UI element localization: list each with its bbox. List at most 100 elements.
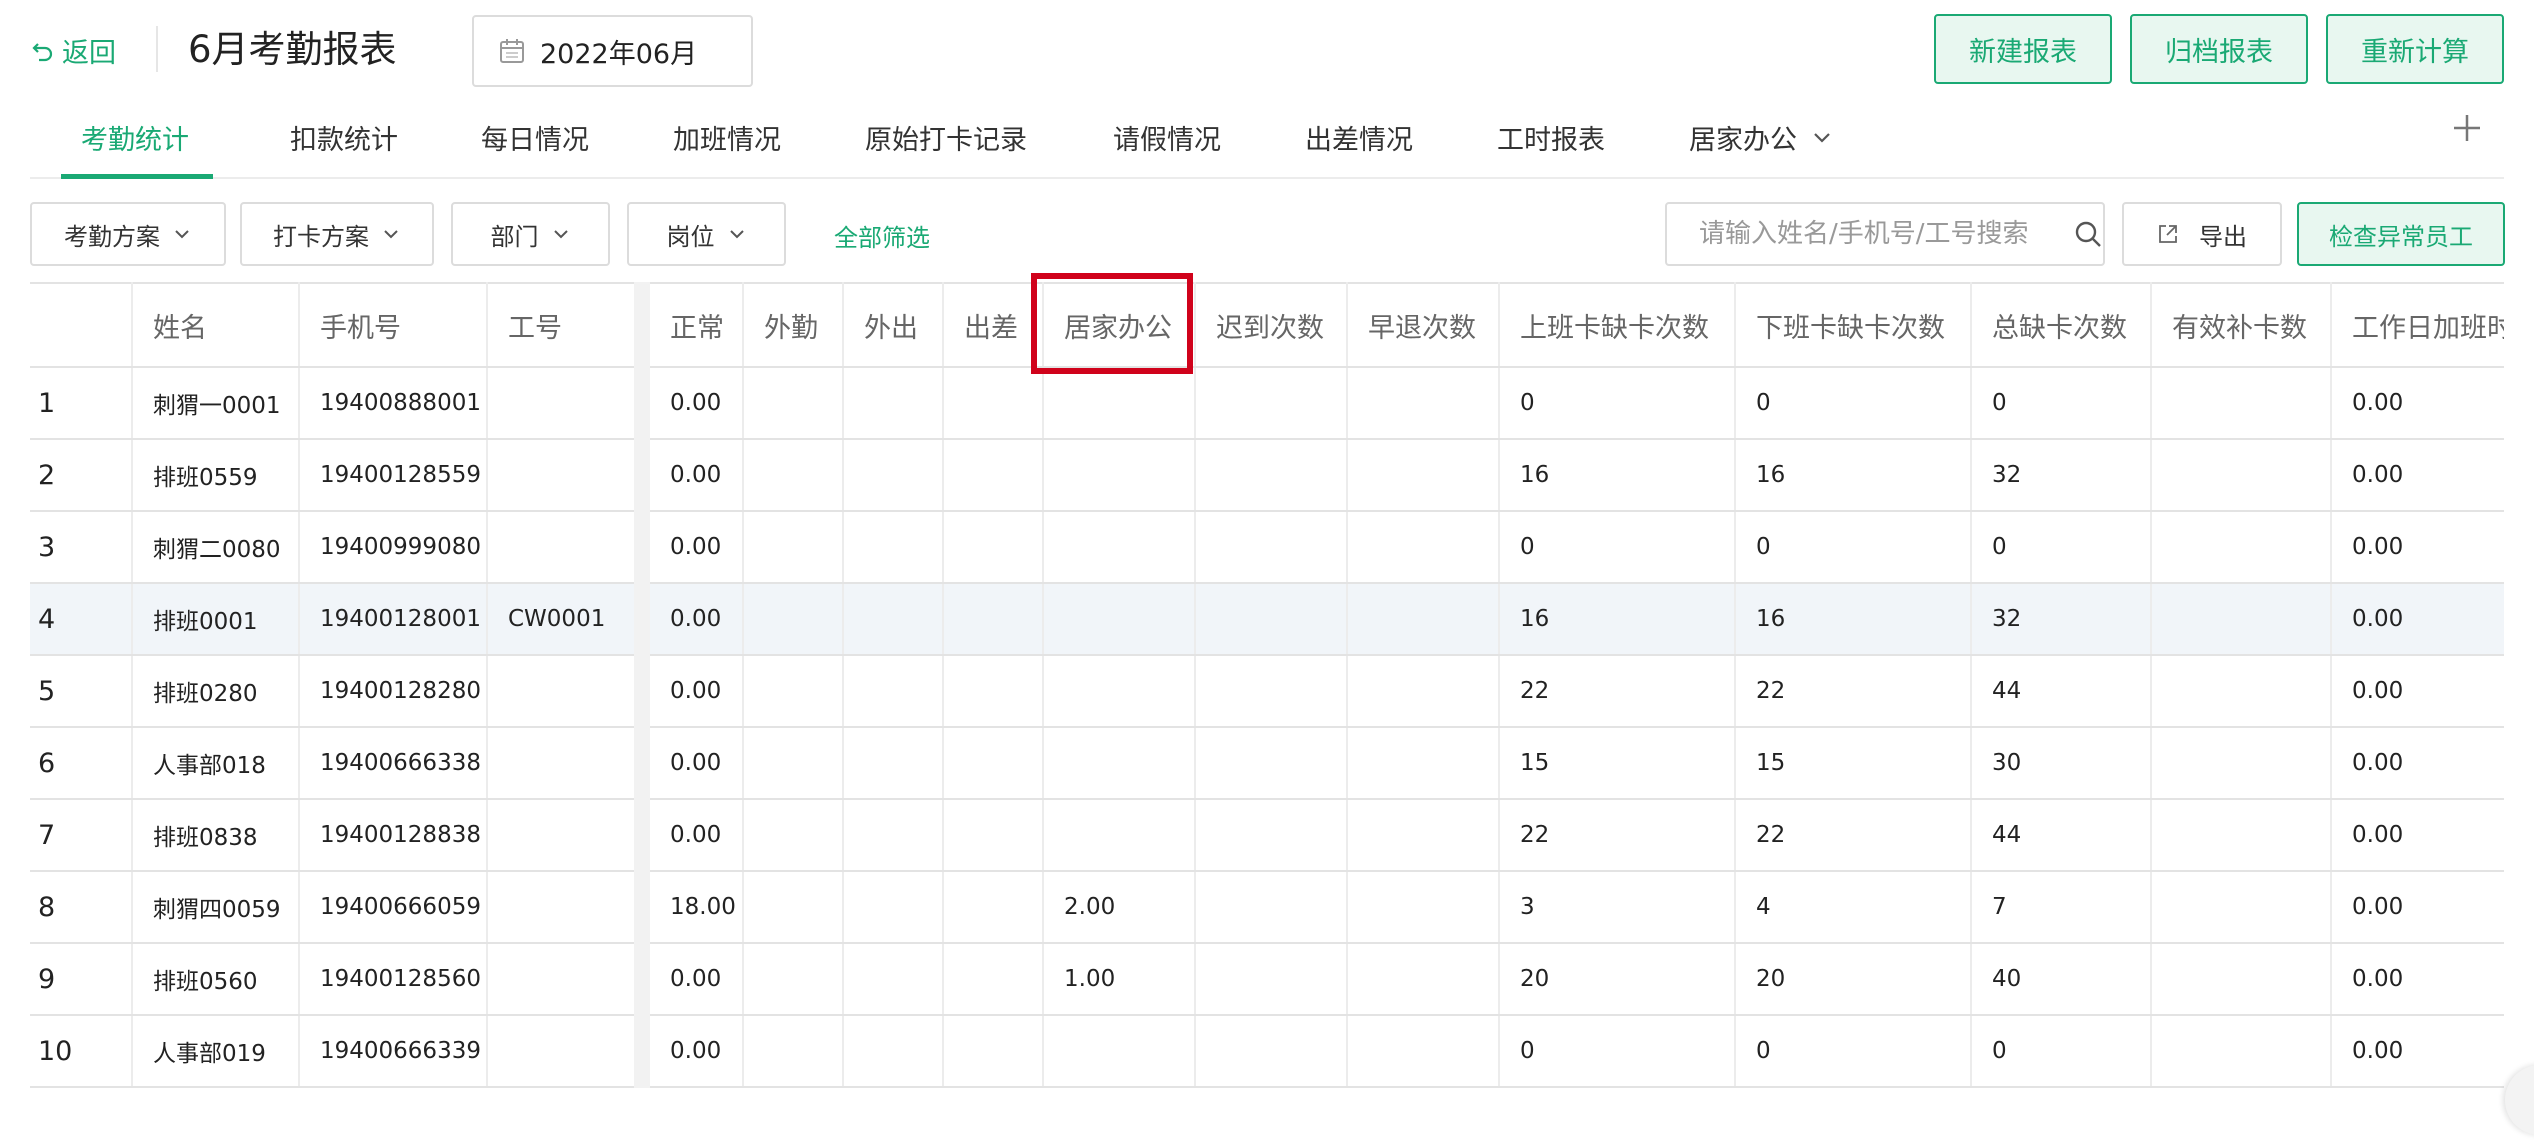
table-cell: 4: [30, 583, 133, 656]
tab-overtime[interactable]: 加班情况: [673, 107, 781, 167]
table-row[interactable]: 10 人事部019 19400666339 0.00 0 0 0 0.00: [30, 1015, 2504, 1088]
table-cell: [1347, 439, 1500, 512]
position-dropdown[interactable]: 岗位: [627, 202, 786, 266]
column-header-late-count[interactable]: 迟到次数: [1195, 282, 1348, 368]
table-cell: 0.00: [642, 367, 744, 440]
table-cell: 0: [1735, 1015, 1972, 1088]
table-cell: 16: [1735, 439, 1972, 512]
table-cell: [2151, 727, 2332, 800]
header-divider: [156, 26, 158, 72]
search-input[interactable]: [1699, 219, 2069, 249]
table-cell: [843, 799, 944, 872]
tab-attendance-stats[interactable]: 考勤统计: [81, 107, 189, 167]
tab-work-hours[interactable]: 工时报表: [1497, 107, 1605, 167]
tab-work-from-home[interactable]: 居家办公: [1689, 107, 1833, 167]
column-header-early-leave-count[interactable]: 早退次数: [1347, 282, 1500, 368]
table-row[interactable]: 4 排班0001 19400128001 CW0001 0.00 16 16 32 0.00: [30, 583, 2504, 656]
tab-deduction-stats[interactable]: 扣款统计: [290, 107, 398, 167]
table-cell: 32: [1971, 439, 2152, 512]
column-header-missed-clock-in[interactable]: 上班卡缺卡次数: [1499, 282, 1736, 368]
table-cell: [1347, 511, 1500, 584]
table-cell: [743, 583, 844, 656]
table-cell: 刺猬二0080: [132, 511, 300, 584]
table-cell: 0.00: [2331, 943, 2504, 1016]
table-cell: 0.00: [642, 943, 744, 1016]
table-cell: [743, 655, 844, 728]
table-row[interactable]: 7 排班0838 19400128838 0.00 22 22 44 0.00: [30, 799, 2504, 872]
table-cell: [487, 439, 650, 512]
export-button[interactable]: 导出: [2122, 202, 2282, 266]
table-cell: 19400666059: [299, 871, 488, 944]
table-cell: [487, 511, 650, 584]
table-cell: [1195, 439, 1348, 512]
floating-tab[interactable]: [2505, 1065, 2534, 1135]
table-cell: 19400128560: [299, 943, 488, 1016]
table-cell: [743, 1015, 844, 1088]
table-cell: [743, 439, 844, 512]
column-header-work-from-home[interactable]: 居家办公: [1043, 282, 1196, 368]
punch-plan-dropdown[interactable]: 打卡方案: [240, 202, 434, 266]
table-cell: [1195, 367, 1348, 440]
column-header-normal[interactable]: 正常: [642, 282, 744, 368]
attendance-plan-dropdown[interactable]: 考勤方案: [30, 202, 226, 266]
column-header-total-missed[interactable]: 总缺卡次数: [1971, 282, 2152, 368]
table-row[interactable]: 1 刺猬一0001 19400888001 0.00 0 0 0 0.00: [30, 367, 2504, 440]
table-cell: 22: [1499, 799, 1736, 872]
table-row[interactable]: 3 刺猬二0080 19400999080 0.00 0 0 0 0.00: [30, 511, 2504, 584]
table-cell: [943, 583, 1044, 656]
tab-daily[interactable]: 每日情况: [481, 107, 589, 167]
table-cell: CW0001: [487, 583, 650, 656]
table-row[interactable]: 2 排班0559 19400128559 0.00 16 16 32 0.00: [30, 439, 2504, 512]
table-cell: 1.00: [1043, 943, 1196, 1016]
column-header-phone[interactable]: 手机号: [299, 282, 488, 368]
table-cell: 0.00: [2331, 727, 2504, 800]
column-header-name[interactable]: 姓名: [132, 282, 300, 368]
table-cell: [943, 943, 1044, 1016]
calendar-icon: [498, 37, 526, 65]
column-header-employee-id[interactable]: 工号: [487, 282, 650, 368]
check-abnormal-employees-button[interactable]: 检查异常员工: [2297, 202, 2505, 266]
table-cell: 20: [1735, 943, 1972, 1016]
table-cell: [743, 511, 844, 584]
table-cell: 19400128559: [299, 439, 488, 512]
tab-business-trip[interactable]: 出差情况: [1305, 107, 1413, 167]
column-header-out[interactable]: 外出: [843, 282, 944, 368]
tab-raw-punch[interactable]: 原始打卡记录: [865, 107, 1027, 167]
column-header-business-trip[interactable]: 出差: [943, 282, 1044, 368]
table-cell: 0.00: [2331, 1015, 2504, 1088]
table-cell: 32: [1971, 583, 2152, 656]
back-button[interactable]: 返回: [30, 30, 116, 70]
column-header-weekday-overtime[interactable]: 工作日加班时长: [2331, 282, 2504, 368]
table-cell: [2151, 1015, 2332, 1088]
table-cell: 0.00: [642, 799, 744, 872]
export-label: 导出: [2199, 222, 2247, 251]
table-cell: [843, 367, 944, 440]
archive-report-button[interactable]: 归档报表: [2130, 14, 2308, 84]
column-header-field-work[interactable]: 外勤: [743, 282, 844, 368]
add-tab-icon[interactable]: [2448, 109, 2486, 147]
table-cell: 人事部019: [132, 1015, 300, 1088]
table-cell: 0.00: [2331, 367, 2504, 440]
recalculate-button[interactable]: 重新计算: [2326, 14, 2504, 84]
month-picker[interactable]: 2022年06月: [472, 15, 753, 87]
table-cell: 18.00: [642, 871, 744, 944]
table-cell: [743, 871, 844, 944]
table-cell: [1347, 583, 1500, 656]
table-row[interactable]: 6 人事部018 19400666338 0.00 15 15 30 0.00: [30, 727, 2504, 800]
attendance-table-container[interactable]: 姓名 手机号 工号 正常 外勤 外出 出差 居家办公 迟到次数 早退次数 上班卡…: [30, 282, 2504, 1088]
table-row[interactable]: 8 刺猬四0059 19400666059 18.00 2.00 3 4 7 0.00: [30, 871, 2504, 944]
search-icon[interactable]: [2073, 219, 2103, 249]
all-filter-link[interactable]: 全部筛选: [834, 218, 930, 253]
table-cell: [487, 871, 650, 944]
table-cell: [1347, 871, 1500, 944]
department-dropdown[interactable]: 部门: [451, 202, 610, 266]
table-row[interactable]: 5 排班0280 19400128280 0.00 22 22 44 0.00: [30, 655, 2504, 728]
table-cell: [943, 1015, 1044, 1088]
column-header-missed-clock-out[interactable]: 下班卡缺卡次数: [1735, 282, 1972, 368]
table-cell: 16: [1499, 583, 1736, 656]
position-label: 岗位: [666, 222, 715, 251]
column-header-valid-makeup[interactable]: 有效补卡数: [2151, 282, 2332, 368]
new-report-button[interactable]: 新建报表: [1934, 14, 2112, 84]
tab-leave[interactable]: 请假情况: [1113, 107, 1221, 167]
table-row[interactable]: 9 排班0560 19400128560 0.00 1.00 20 20 40 0.00: [30, 943, 2504, 1016]
